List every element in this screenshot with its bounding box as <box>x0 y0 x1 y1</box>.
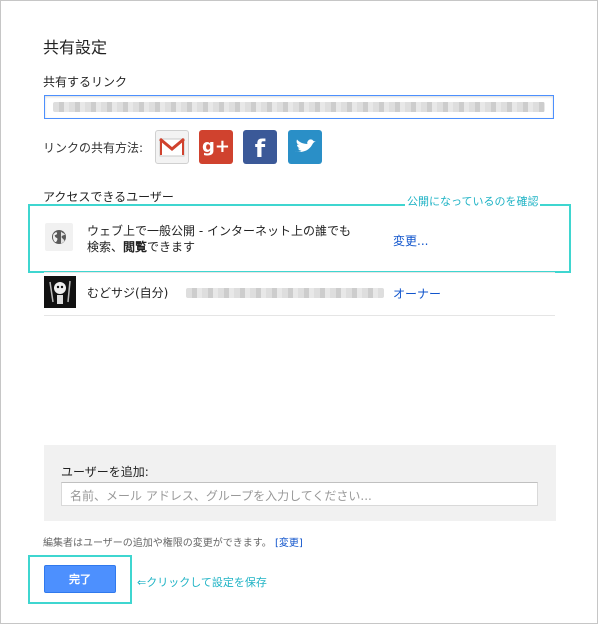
share-method-label: リンクの共有方法: <box>43 141 144 155</box>
change-permission-link[interactable]: [変更] <box>275 538 303 549</box>
sharing-dialog: 共有設定 共有するリンク リンクの共有方法: g+ f アクセスできるユーザー … <box>0 0 598 624</box>
done-button[interactable]: 完了 <box>44 565 116 593</box>
public-access-line1: ウェブ上で一般公開 - インターネット上の誰でも <box>87 224 351 238</box>
editor-permission-note-text: 編集者はユーザーの追加や権限の変更ができます。 <box>43 538 272 549</box>
share-link-label: 共有するリンク <box>43 75 128 89</box>
editor-permission-note: 編集者はユーザーの追加や権限の変更ができます。 [変更] <box>43 534 303 549</box>
twitter-icon[interactable] <box>288 130 322 164</box>
annotation-click-save: ⇐クリックして設定を保存 <box>135 574 269 590</box>
owner-role: オーナー <box>393 287 442 301</box>
owner-name: むどサジ(自分) <box>87 286 169 300</box>
public-access-line2: 検索、閲覧できます <box>87 239 195 255</box>
blurred-link-text <box>53 102 545 112</box>
change-visibility-link[interactable]: 変更... <box>393 232 428 249</box>
share-link-field[interactable] <box>44 95 554 119</box>
annotation-public-check: 公開になっているのを確認 <box>405 193 541 209</box>
dialog-title: 共有設定 <box>43 38 108 57</box>
facebook-icon[interactable]: f <box>243 130 277 164</box>
add-users-panel: ユーザーを追加: 名前、メール アドレス、グループを入力してください... <box>44 445 556 521</box>
add-users-label: ユーザーを追加: <box>61 465 149 479</box>
access-label: アクセスできるユーザー <box>43 190 174 204</box>
public-access-line2-prefix: 検索、 <box>87 240 124 254</box>
add-users-input[interactable]: 名前、メール アドレス、グループを入力してください... <box>61 482 538 506</box>
gmail-icon[interactable] <box>155 130 189 164</box>
blurred-owner-email <box>186 288 384 298</box>
google-plus-icon[interactable]: g+ <box>199 130 233 164</box>
globe-icon <box>45 223 73 251</box>
public-access-line2-suffix: できます <box>147 240 196 254</box>
public-access-line2-bold: 閲覧 <box>123 240 148 254</box>
row-divider <box>44 272 555 273</box>
avatar <box>44 276 76 308</box>
row-divider <box>44 315 555 316</box>
